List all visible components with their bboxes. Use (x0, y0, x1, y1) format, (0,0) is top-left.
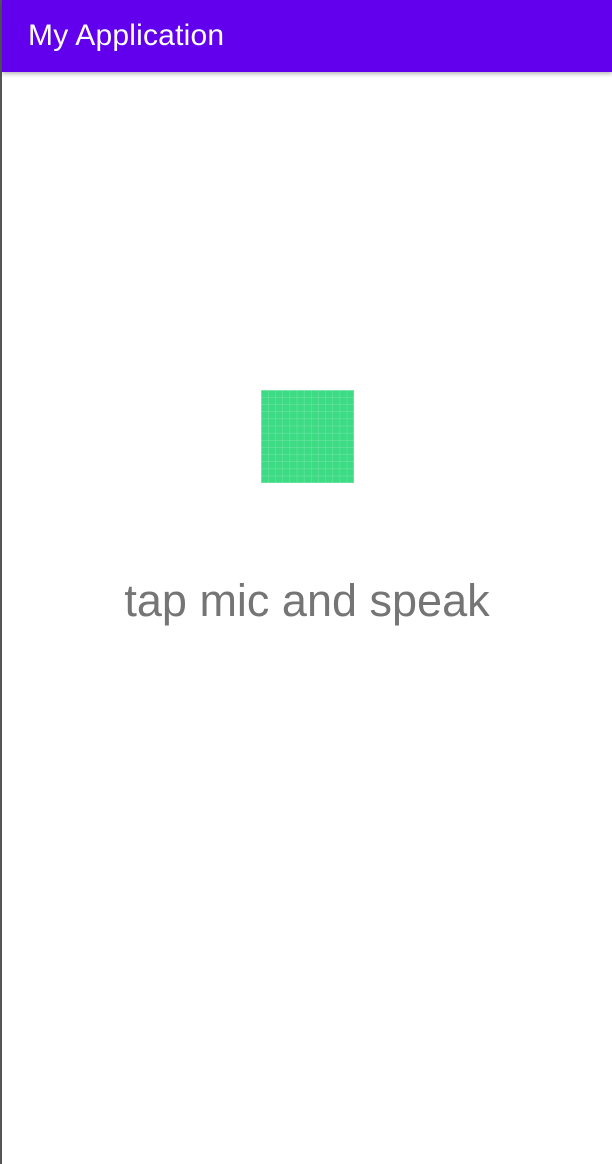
mic-button[interactable] (261, 390, 354, 483)
app-title: My Application (28, 19, 225, 52)
mic-icon (261, 390, 354, 483)
app-screen: My Application tap mic and speak (0, 0, 612, 1164)
speak-prompt: tap mic and speak (124, 575, 490, 626)
app-bar: My Application (2, 0, 612, 72)
